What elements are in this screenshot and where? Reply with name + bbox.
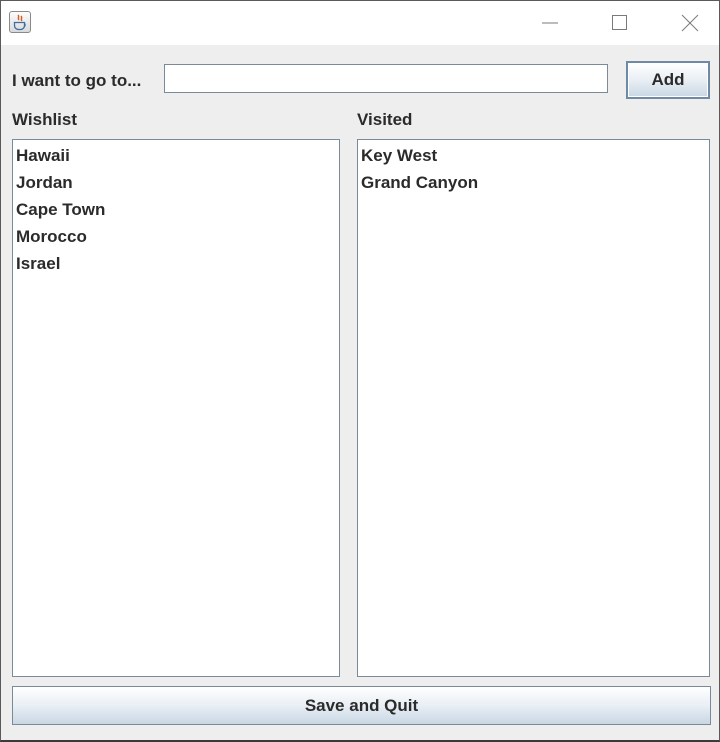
close-button[interactable] <box>667 1 713 45</box>
wishlist-item[interactable]: Hawaii <box>16 144 336 171</box>
minimize-icon <box>542 22 558 24</box>
wishlist-item[interactable]: Jordan <box>16 171 336 198</box>
app-window: I want to go to... Add Wishlist Visited … <box>0 0 720 742</box>
save-and-quit-button[interactable]: Save and Quit <box>12 686 711 725</box>
java-icon[interactable] <box>9 11 31 33</box>
wishlist-item[interactable]: Cape Town <box>16 198 336 225</box>
visited-list[interactable]: Key West Grand Canyon <box>357 139 710 677</box>
destination-label: I want to go to... <box>12 71 142 90</box>
maximize-icon <box>612 15 627 30</box>
visited-item[interactable]: Key West <box>361 144 706 171</box>
wishlist-item[interactable]: Morocco <box>16 225 336 252</box>
maximize-button[interactable] <box>597 1 643 45</box>
wishlist-title: Wishlist <box>12 110 78 129</box>
wishlist-item[interactable]: Israel <box>16 252 336 279</box>
minimize-button[interactable] <box>527 1 573 45</box>
destination-input[interactable] <box>164 64 608 93</box>
title-bar[interactable] <box>1 1 719 45</box>
visited-title: Visited <box>357 110 413 129</box>
add-button[interactable]: Add <box>626 61 710 99</box>
wishlist-list[interactable]: Hawaii Jordan Cape Town Morocco Israel <box>12 139 340 677</box>
visited-item[interactable]: Grand Canyon <box>361 171 706 198</box>
close-icon <box>681 14 699 32</box>
